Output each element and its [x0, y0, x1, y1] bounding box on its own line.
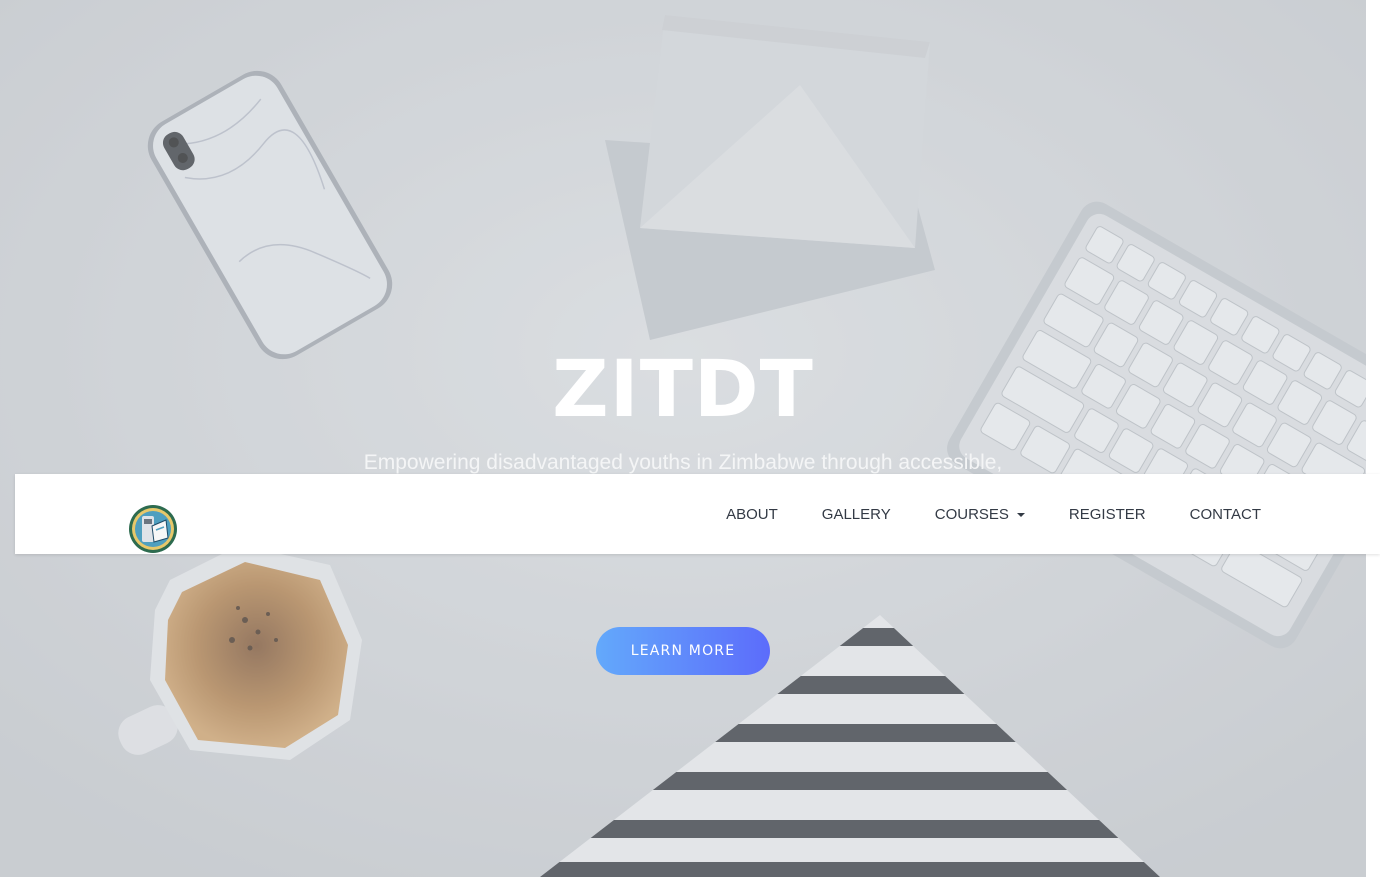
nav-item-gallery[interactable]: GALLERY: [822, 506, 891, 523]
nav-menu: ABOUT GALLERY COURSES REGISTER CONTACT: [726, 474, 1261, 554]
caret-down-icon: [1016, 513, 1025, 517]
nav-item-register[interactable]: REGISTER: [1069, 506, 1146, 523]
nav-item-courses-dropdown[interactable]: COURSES: [935, 506, 1025, 523]
scrollbar[interactable]: [1366, 0, 1380, 877]
organization-logo-icon[interactable]: [128, 504, 178, 554]
nav-item-label: ABOUT: [726, 505, 778, 523]
nav-item-label: REGISTER: [1068, 505, 1146, 523]
nav-item-label: GALLERY: [821, 505, 891, 523]
hero-section: ZITDT Empowering disadvantaged youths in…: [0, 0, 1366, 877]
learn-more-button[interactable]: LEARN MORE: [596, 627, 770, 675]
hero-title: ZITDT: [552, 345, 814, 435]
nav-item-about[interactable]: ABOUT: [726, 506, 778, 523]
nav-item-label: COURSES: [934, 505, 1009, 523]
hero-overlay: [0, 0, 1366, 877]
nav-item-label: CONTACT: [1189, 505, 1261, 523]
navbar: ABOUT GALLERY COURSES REGISTER CONTACT: [15, 474, 1380, 554]
nav-item-contact[interactable]: CONTACT: [1190, 506, 1261, 523]
